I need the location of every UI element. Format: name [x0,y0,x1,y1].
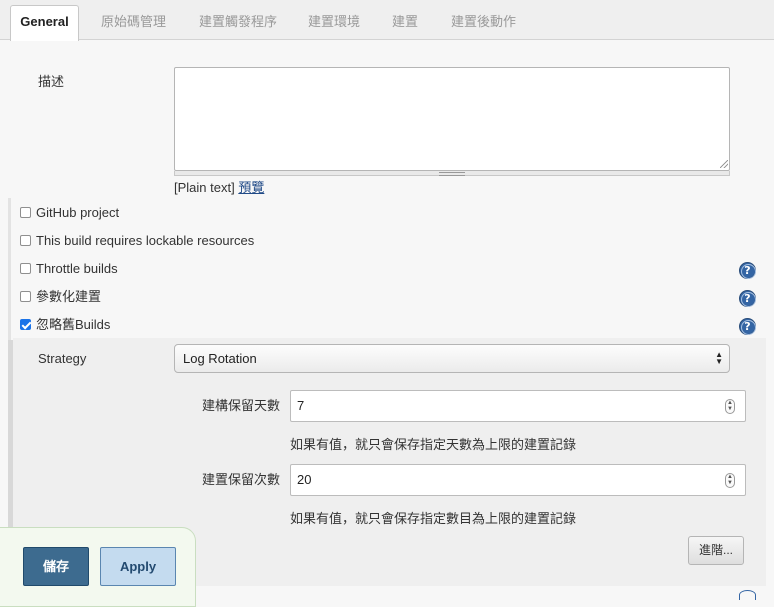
throttle-builds-help-icon[interactable]: ? [739,262,756,279]
preview-link[interactable]: 預覽 [238,180,264,195]
advanced-button[interactable]: 進階... [688,536,744,565]
option-label: 忽略舊Builds [36,317,111,332]
tab-build[interactable]: 建置 [392,6,418,40]
description-textarea[interactable] [174,67,730,171]
save-button[interactable]: 儲存 [23,547,89,586]
config-tab-bar: General 原始碼管理 建置觸發程序 建置環境 建置 建置後動作 [0,0,774,41]
option-label: This build requires lockable resources [36,233,255,248]
days-to-keep-label: 建構保留天數 [202,398,281,413]
option-throttle-builds[interactable]: Throttle builds [20,259,118,279]
parameterized-build-help-icon[interactable]: ? [739,290,756,307]
max-builds-input[interactable]: 20 ▲ ▼ [290,464,746,496]
max-builds-spinner-icon[interactable]: ▲ ▼ [725,473,735,488]
strategy-label: Strategy [38,351,87,366]
github-project-checkbox[interactable] [20,207,31,218]
tab-post-build-actions[interactable]: 建置後動作 [451,6,516,40]
max-builds-label: 建置保留次數 [202,472,281,487]
option-label: 參數化建置 [36,289,102,304]
discard-old-builds-help-icon[interactable]: ? [739,318,756,335]
throttle-builds-checkbox[interactable] [20,263,31,274]
option-github-project[interactable]: GitHub project [20,203,119,223]
tab-general[interactable]: General [10,5,79,41]
plain-text-label: [Plain text] [174,180,235,195]
tab-build-environment[interactable]: 建置環境 [308,6,360,40]
description-label: 描述 [38,74,65,89]
option-parameterized-build[interactable]: 參數化建置 [20,287,101,307]
lockable-resources-checkbox[interactable] [20,235,31,246]
option-label: Throttle builds [36,261,118,276]
days-to-keep-input[interactable]: 7 ▲ ▼ [290,390,746,422]
tab-source-code-management[interactable]: 原始碼管理 [101,6,166,40]
max-builds-hint: 如果有值，就只會保存指定數目為上限的建置記錄 [290,511,577,526]
parameterized-build-checkbox[interactable] [20,291,31,302]
textarea-resize-handle[interactable] [174,171,730,176]
textarea-resize-corner-icon[interactable] [720,160,728,168]
strategy-select[interactable]: Log Rotation ▲ ▼ [174,344,730,373]
description-format-note: [Plain text] 預覽 [174,177,264,196]
discard-old-builds-checkbox[interactable] [20,319,31,330]
select-arrows-icon: ▲ ▼ [715,350,723,366]
option-label: GitHub project [36,205,120,220]
days-spinner-icon[interactable]: ▲ ▼ [725,399,735,414]
days-to-keep-hint: 如果有值，就只會保存指定天數為上限的建置記錄 [290,437,577,452]
apply-button[interactable]: Apply [100,547,176,586]
max-builds-value: 20 [297,472,312,487]
next-option-help-icon[interactable] [739,590,756,600]
option-lockable-resources[interactable]: This build requires lockable resources [20,231,254,251]
option-discard-old-builds[interactable]: 忽略舊Builds [20,315,110,335]
strategy-selected-value: Log Rotation [183,351,257,366]
days-to-keep-value: 7 [297,398,305,413]
tab-build-triggers[interactable]: 建置觸發程序 [199,6,277,40]
